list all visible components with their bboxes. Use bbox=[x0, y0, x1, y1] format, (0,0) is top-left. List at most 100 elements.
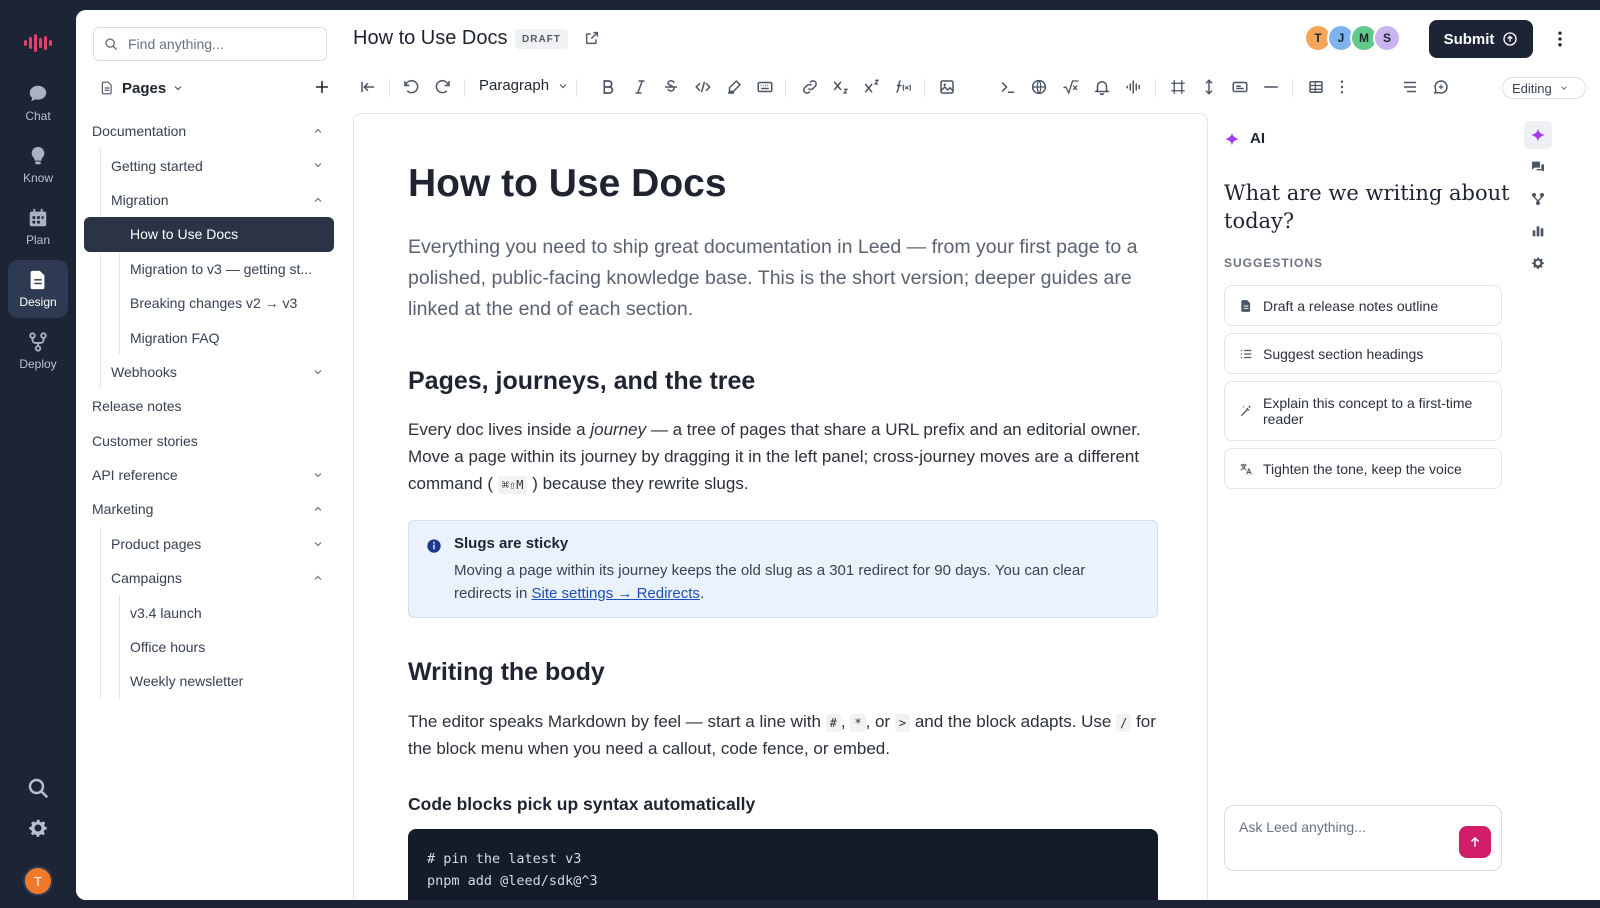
more-vertical-icon[interactable] bbox=[1331, 76, 1353, 98]
tree-item-v34-launch[interactable]: v3.4 launch bbox=[76, 595, 344, 629]
comment-icon[interactable] bbox=[1430, 76, 1452, 98]
collapse-sidebar-icon[interactable] bbox=[357, 76, 379, 98]
tree-item-campaigns[interactable]: Campaigns bbox=[76, 561, 344, 595]
sidebar-search[interactable] bbox=[93, 27, 327, 61]
subscript-icon[interactable] bbox=[830, 76, 852, 98]
tree-item-how-to-use-docs[interactable]: How to Use Docs bbox=[84, 217, 334, 252]
search-icon bbox=[105, 38, 117, 50]
doc-lede[interactable]: Everything you need to ship great docume… bbox=[408, 232, 1158, 325]
tree-item-webhooks[interactable]: Webhooks bbox=[76, 355, 344, 389]
block-type-select[interactable]: Paragraph bbox=[479, 77, 569, 94]
ask-input[interactable] bbox=[1239, 819, 1439, 835]
rail-label: Know bbox=[22, 171, 54, 185]
tree-item-migration[interactable]: Migration bbox=[76, 183, 344, 217]
italic-icon[interactable] bbox=[629, 76, 651, 98]
image-icon[interactable] bbox=[936, 76, 958, 98]
divider-icon[interactable] bbox=[1260, 76, 1282, 98]
analytics-panel-tab[interactable] bbox=[1524, 217, 1552, 245]
tree-item-customer-stories[interactable]: Customer stories bbox=[76, 424, 344, 458]
search-input[interactable] bbox=[128, 36, 308, 52]
chevron-up-icon[interactable] bbox=[312, 572, 324, 584]
tree-item-office-hours[interactable]: Office hours bbox=[76, 630, 344, 664]
paragraph[interactable]: The editor speaks Markdown by feel — sta… bbox=[408, 708, 1158, 762]
info-callout[interactable]: Slugs are sticky Moving a page within it… bbox=[408, 520, 1158, 618]
chevron-down-icon[interactable] bbox=[312, 159, 324, 171]
formula-icon[interactable] bbox=[892, 76, 914, 98]
subsection-heading[interactable]: Code blocks pick up syntax automatically bbox=[408, 794, 755, 815]
more-vertical-icon[interactable] bbox=[1550, 29, 1570, 49]
frame-icon[interactable] bbox=[1167, 76, 1189, 98]
tree-item-weekly-newsletter[interactable]: Weekly newsletter bbox=[76, 664, 344, 698]
suggestion-button[interactable]: Tighten the tone, keep the voice bbox=[1224, 448, 1502, 489]
page-title[interactable]: How to Use Docs bbox=[353, 27, 508, 50]
chevron-down-icon[interactable] bbox=[312, 366, 324, 378]
table-icon[interactable] bbox=[1305, 76, 1327, 98]
chevron-down-icon bbox=[559, 83, 567, 88]
suggestion-button[interactable]: Suggest section headings bbox=[1224, 333, 1502, 374]
toolbar-separator bbox=[785, 79, 786, 97]
rail-item-know[interactable]: Know bbox=[8, 136, 68, 194]
audio-waveform-icon[interactable] bbox=[1123, 76, 1145, 98]
doc-heading[interactable]: How to Use Docs bbox=[408, 162, 727, 206]
align-icon[interactable] bbox=[1399, 76, 1421, 98]
rail-item-chat[interactable]: Chat bbox=[8, 74, 68, 132]
structure-panel-tab[interactable] bbox=[1524, 185, 1552, 213]
link-icon[interactable] bbox=[799, 76, 821, 98]
pages-sidebar: Pages Documentation Getting started Migr… bbox=[76, 10, 344, 900]
pages-header[interactable]: Pages bbox=[100, 78, 330, 98]
code-block[interactable]: # pin the latest v3 pnpm add @leed/sdk@^3 bbox=[408, 829, 1158, 900]
tree-item-marketing[interactable]: Marketing bbox=[76, 492, 344, 526]
tree-item-documentation[interactable]: Documentation bbox=[76, 114, 344, 148]
rail-item-plan[interactable]: Plan bbox=[8, 198, 68, 256]
vertical-resize-icon[interactable] bbox=[1198, 76, 1220, 98]
tree-item-api-reference[interactable]: API reference bbox=[76, 458, 344, 492]
ai-input-box[interactable] bbox=[1224, 805, 1502, 871]
terminal-icon[interactable] bbox=[997, 76, 1019, 98]
gear-icon[interactable] bbox=[26, 816, 50, 840]
section-heading[interactable]: Writing the body bbox=[408, 658, 605, 687]
highlight-icon[interactable] bbox=[723, 76, 745, 98]
document-editor[interactable]: How to Use Docs Everything you need to s… bbox=[353, 113, 1208, 900]
tree-item-breaking-changes[interactable]: Breaking changes v2 → v3 bbox=[76, 286, 344, 320]
rail-item-design[interactable]: Design bbox=[8, 260, 68, 318]
tree-item-release-notes[interactable]: Release notes bbox=[76, 389, 344, 423]
document-icon bbox=[101, 81, 112, 95]
bold-icon[interactable] bbox=[597, 76, 619, 98]
tree-item-migration-faq[interactable]: Migration FAQ bbox=[76, 320, 344, 354]
superscript-icon[interactable] bbox=[861, 76, 883, 98]
tree-item-getting-started[interactable]: Getting started bbox=[76, 148, 344, 182]
external-link-icon[interactable] bbox=[584, 30, 600, 46]
chevron-down-icon[interactable] bbox=[312, 469, 324, 481]
avatar[interactable]: S bbox=[1373, 24, 1401, 52]
rail-item-deploy[interactable]: Deploy bbox=[8, 322, 68, 380]
suggestion-button[interactable]: Explain this concept to a first-time rea… bbox=[1224, 381, 1502, 441]
tree-item-migration-to-v3[interactable]: Migration to v3 — getting st... bbox=[76, 252, 344, 286]
chevron-down-icon[interactable] bbox=[312, 538, 324, 550]
redirects-link[interactable]: Site settings → Redirects bbox=[532, 585, 700, 602]
strikethrough-icon[interactable] bbox=[660, 76, 682, 98]
chevron-up-icon[interactable] bbox=[312, 503, 324, 515]
mode-select[interactable]: Editing bbox=[1502, 77, 1586, 99]
square-root-icon[interactable] bbox=[1060, 76, 1082, 98]
bell-icon[interactable] bbox=[1091, 76, 1113, 98]
settings-panel-tab[interactable] bbox=[1524, 249, 1552, 277]
caption-icon[interactable] bbox=[1229, 76, 1251, 98]
section-heading[interactable]: Pages, journeys, and the tree bbox=[408, 367, 755, 396]
chevron-up-icon[interactable] bbox=[312, 125, 324, 137]
undo-icon[interactable] bbox=[400, 76, 422, 98]
paragraph[interactable]: Every doc lives inside a journey — a tre… bbox=[408, 416, 1158, 497]
search-icon[interactable] bbox=[26, 776, 50, 800]
keyboard-icon[interactable] bbox=[754, 76, 776, 98]
add-page-icon[interactable] bbox=[314, 79, 330, 95]
user-avatar[interactable]: T bbox=[23, 866, 53, 896]
ai-panel-tab[interactable] bbox=[1524, 121, 1552, 149]
tree-item-product-pages[interactable]: Product pages bbox=[76, 527, 344, 561]
submit-button[interactable]: Submit bbox=[1429, 20, 1533, 58]
inline-code-icon[interactable] bbox=[692, 76, 714, 98]
redo-icon[interactable] bbox=[432, 76, 454, 98]
globe-icon[interactable] bbox=[1028, 76, 1050, 98]
suggestion-button[interactable]: Draft a release notes outline bbox=[1224, 285, 1502, 326]
comments-panel-tab[interactable] bbox=[1524, 153, 1552, 181]
chevron-up-icon[interactable] bbox=[312, 194, 324, 206]
send-button[interactable] bbox=[1459, 826, 1491, 858]
